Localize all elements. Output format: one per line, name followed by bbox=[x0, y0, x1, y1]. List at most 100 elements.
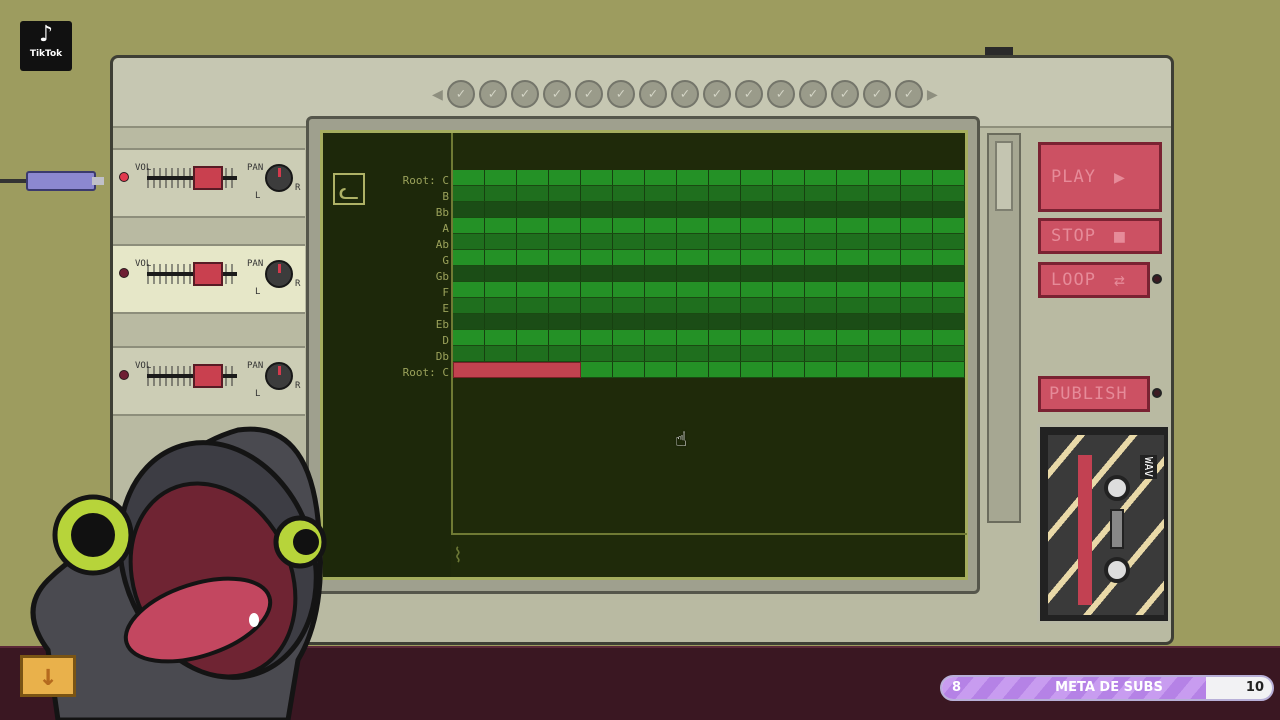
rivet-icon: ✓ bbox=[766, 80, 795, 108]
cassette-label: WAV bbox=[1140, 455, 1157, 479]
subs-goal-bar: 8 META DE SUBS 10 bbox=[940, 675, 1274, 701]
fader-track bbox=[147, 374, 237, 378]
piano-roll-rows[interactable] bbox=[453, 170, 965, 378]
cassette-reel-icon bbox=[1104, 475, 1130, 501]
rivet-strip: ◀ ✓ ✓ ✓ ✓ ✓ ✓ ✓ ✓ ✓ ✓ ✓ ✓ ✓ ✓ ✓ ▶ bbox=[432, 80, 982, 108]
stop-button[interactable]: STOP ■ bbox=[1038, 218, 1162, 254]
screen-scrollbar[interactable] bbox=[987, 133, 1021, 523]
piano-roll-row[interactable] bbox=[453, 218, 965, 234]
mixer-channel-3: VOL PAN L R bbox=[113, 346, 305, 416]
pan-knob[interactable] bbox=[265, 362, 293, 390]
publish-led bbox=[1152, 388, 1162, 398]
rivet-icon: ✓ bbox=[478, 80, 507, 108]
rivet-icon: ✓ bbox=[862, 80, 891, 108]
pan-knob[interactable] bbox=[265, 260, 293, 288]
machine-top-tab bbox=[985, 47, 1013, 55]
cassette-slot[interactable]: WAV bbox=[1037, 424, 1171, 624]
piano-roll-row[interactable] bbox=[453, 250, 965, 266]
rivet-left-arrow-icon: ◀ bbox=[432, 83, 443, 105]
tiktok-logo: ♪ TikTok bbox=[20, 21, 72, 71]
piano-roll-row[interactable] bbox=[453, 346, 965, 362]
volume-fader[interactable] bbox=[193, 262, 223, 286]
sequencer-screen: ᓚ Root: C B Bb A Ab G Gb F E Eb D Db Root: C ⌇ ☝ bbox=[320, 130, 968, 580]
note-label: Bb bbox=[435, 206, 449, 219]
piano-roll-row[interactable] bbox=[453, 282, 965, 298]
pan-knob[interactable] bbox=[265, 164, 293, 192]
rivet-icon: ✓ bbox=[702, 80, 731, 108]
channel-led bbox=[119, 268, 129, 278]
hand-cursor-icon: ☝ bbox=[675, 427, 688, 451]
rivet-icon: ✓ bbox=[446, 80, 475, 108]
volume-fader[interactable] bbox=[193, 364, 223, 388]
pan-right-label: R bbox=[295, 381, 301, 391]
loop-led bbox=[1152, 274, 1162, 284]
channel-led bbox=[119, 172, 129, 182]
rivet-icon: ✓ bbox=[638, 80, 667, 108]
loop-icon: ⇄ bbox=[1113, 269, 1126, 291]
pan-right-label: R bbox=[295, 279, 301, 289]
goal-label: META DE SUBS bbox=[1055, 680, 1163, 695]
fader-track bbox=[147, 272, 237, 276]
play-button[interactable]: PLAY ▶ bbox=[1038, 142, 1162, 212]
note-label: Gb bbox=[435, 270, 449, 283]
note-label: A bbox=[442, 222, 449, 235]
note-label: G bbox=[442, 254, 449, 267]
cassette-window bbox=[1110, 509, 1124, 549]
note-block[interactable] bbox=[453, 362, 581, 378]
broom-icon[interactable]: ⌇ bbox=[453, 543, 463, 567]
rivet-icon: ✓ bbox=[670, 80, 699, 108]
tiktok-label: TikTok bbox=[29, 49, 63, 59]
piano-roll-row[interactable] bbox=[453, 266, 965, 282]
goal-target: 10 bbox=[1245, 680, 1264, 695]
download-arrow-icon[interactable]: ↓ bbox=[20, 655, 76, 697]
pan-left-label: L bbox=[255, 389, 261, 399]
rivet-icon: ✓ bbox=[830, 80, 859, 108]
piano-roll-row[interactable] bbox=[453, 314, 965, 330]
publish-button[interactable]: PUBLISH bbox=[1038, 376, 1150, 412]
pan-left-label: L bbox=[255, 287, 261, 297]
rivet-icon: ✓ bbox=[798, 80, 827, 108]
rivet-icon: ✓ bbox=[606, 80, 635, 108]
rivet-icon: ✓ bbox=[574, 80, 603, 108]
rivet-icon: ✓ bbox=[542, 80, 571, 108]
pan-label: PAN bbox=[247, 361, 264, 371]
loop-label: LOOP bbox=[1051, 270, 1096, 290]
cat-instrument-icon[interactable]: ᓚ bbox=[333, 173, 365, 205]
note-label: E bbox=[442, 302, 449, 315]
loop-button[interactable]: LOOP ⇄ bbox=[1038, 262, 1150, 298]
piano-roll-row[interactable] bbox=[453, 234, 965, 250]
rivet-right-arrow-icon: ▶ bbox=[926, 83, 938, 105]
scrollbar-thumb[interactable] bbox=[995, 141, 1013, 211]
piano-roll-row[interactable] bbox=[453, 170, 965, 186]
publish-label: PUBLISH bbox=[1049, 384, 1128, 404]
play-label: PLAY bbox=[1051, 167, 1096, 187]
note-label: Eb bbox=[435, 318, 449, 331]
note-label: Root: C bbox=[402, 174, 449, 187]
note-label: Db bbox=[435, 350, 449, 363]
pan-right-label: R bbox=[295, 183, 301, 193]
rivet-icon: ✓ bbox=[894, 80, 923, 108]
piano-roll-row[interactable] bbox=[453, 298, 965, 314]
fader-track bbox=[147, 176, 237, 180]
stop-icon: ■ bbox=[1113, 225, 1126, 247]
cassette-stripe bbox=[1078, 455, 1092, 605]
stop-label: STOP bbox=[1051, 226, 1096, 246]
pan-label: PAN bbox=[247, 259, 264, 269]
cassette-reel-icon bbox=[1104, 557, 1130, 583]
volume-fader[interactable] bbox=[193, 166, 223, 190]
piano-roll-row[interactable] bbox=[453, 202, 965, 218]
rivet-icon: ✓ bbox=[510, 80, 539, 108]
note-label: F bbox=[442, 286, 449, 299]
usb-plug-icon bbox=[26, 171, 104, 191]
play-icon: ▶ bbox=[1113, 166, 1126, 188]
piano-roll-row[interactable] bbox=[453, 330, 965, 346]
piano-roll-row[interactable] bbox=[453, 186, 965, 202]
note-label: Root: C bbox=[402, 366, 449, 379]
mixer-channel-1: VOL PAN L R bbox=[113, 148, 305, 218]
mixer-channel-2: VOL PAN L R bbox=[113, 244, 305, 314]
rivet-icon: ✓ bbox=[734, 80, 763, 108]
pan-label: PAN bbox=[247, 163, 264, 173]
pan-left-label: L bbox=[255, 191, 261, 201]
note-label: Ab bbox=[435, 238, 449, 251]
music-note-icon: ♪ bbox=[38, 22, 54, 47]
